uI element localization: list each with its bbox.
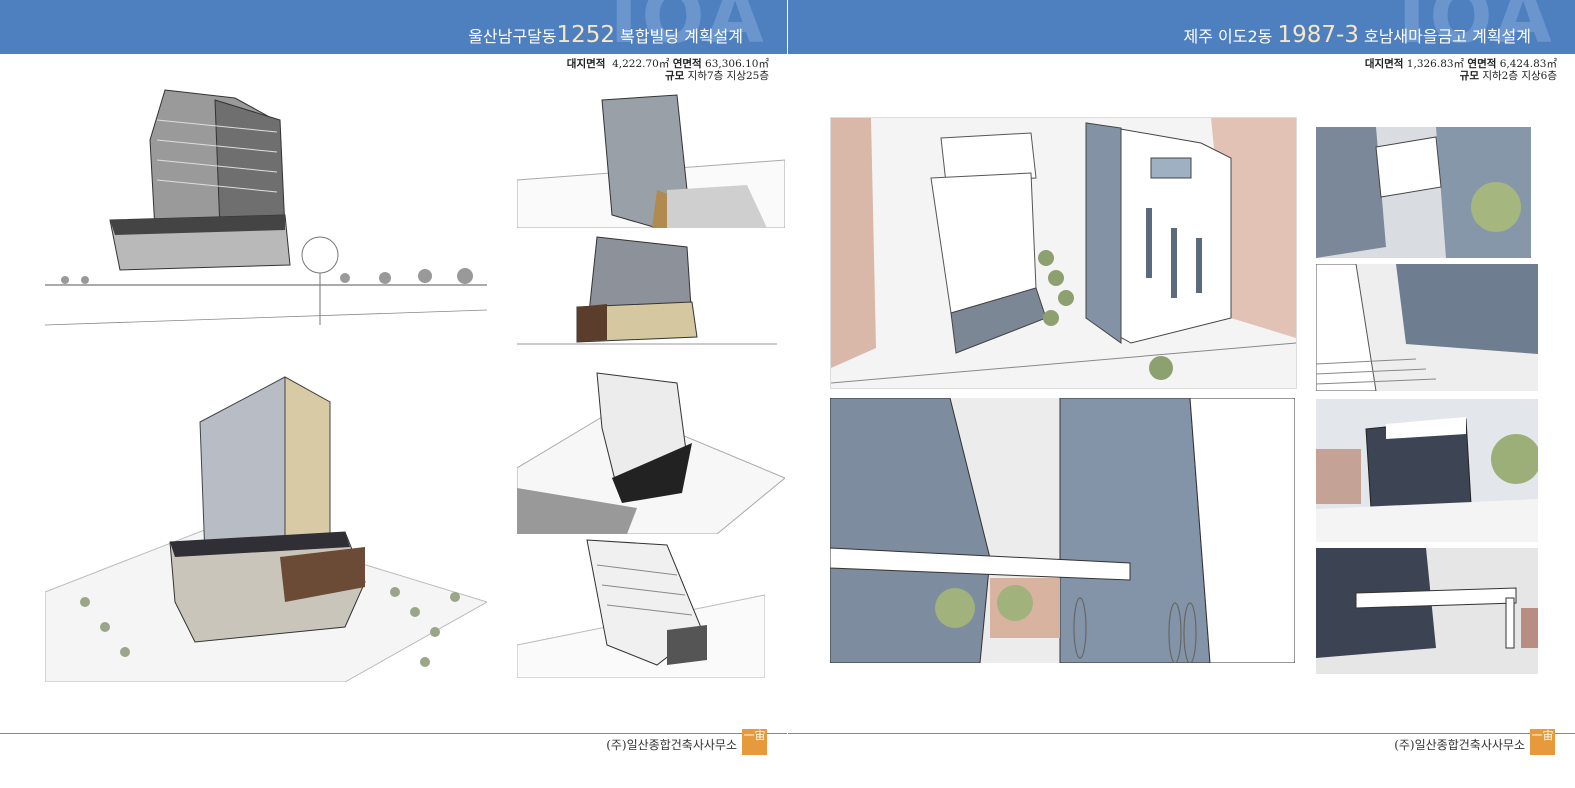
right-site-area-label: 대지면적 [1364,58,1404,70]
left-footer-rule [0,733,787,734]
right-floor-area-label: 연면적 [1467,58,1497,70]
thumbnail-view-2 [1316,264,1538,391]
left-logo-text: 一宙 [743,729,766,742]
left-title-suffix: 복합빌딩 계획설계 [615,27,743,46]
thumbnail-view-4 [1316,548,1538,674]
bank-street-rendering [830,398,1295,663]
right-footer-rule [788,733,1575,734]
thumbnail-view-3 [1316,399,1538,542]
small-view-1 [517,90,785,228]
small-view-3 [517,368,785,534]
left-floor-area-value: 63,306.10㎡ [705,58,769,70]
right-floor-area-value: 6,424.83㎡ [1499,58,1557,70]
left-project-title: 울산남구달동1252 복합빌딩 계획설계 [468,22,743,48]
right-title-prefix: 제주 이도2동 [1183,27,1278,46]
left-scale-label: 규모 [664,70,685,82]
left-title-number: 1252 [556,22,616,48]
right-firm-name: (주)일산종합건축사사무소 [1394,738,1525,752]
left-firm-logo: 一宙 [742,729,767,755]
right-scale-label: 규모 [1459,70,1479,82]
right-page: IOA 제주 이도2동 1987-3 호남새마을금고 계획설계 대지면적 1,3… [788,0,1575,788]
left-scale-value: 지하7층 지상25층 [687,70,769,82]
right-title-suffix: 호남새마을금고 계획설계 [1358,27,1531,46]
right-title-number: 1987-3 [1277,22,1359,48]
right-logo-text: 一宙 [1531,729,1554,742]
tower-perspective-sketch [45,80,487,330]
small-view-2 [517,232,777,360]
left-header-bar: IOA 울산남구달동1252 복합빌딩 계획설계 [0,0,787,54]
left-site-area-value: 4,222.70㎡ [612,58,670,70]
right-site-area-value: 1,326.83㎡ [1406,58,1465,70]
bank-aerial-rendering [830,117,1297,389]
left-floor-area-label: 연면적 [672,58,702,70]
left-project-info: 대지면적 4,222.70㎡ 연면적 63,306.10㎡ 규모 지하7층 지상… [567,58,769,82]
right-scale-value: 지하2층 지상6층 [1482,70,1557,82]
tower-aerial-rendering [45,372,487,682]
left-title-prefix: 울산남구달동 [468,27,557,46]
right-firm-logo: 一宙 [1530,729,1555,755]
small-view-4 [517,535,765,678]
left-site-area-label: 대지면적 [566,58,606,70]
right-header-bar: IOA 제주 이도2동 1987-3 호남새마을금고 계획설계 [788,0,1575,54]
left-page: IOA 울산남구달동1252 복합빌딩 계획설계 대지면적 4,222.70㎡ … [0,0,787,788]
thumbnail-view-1 [1316,127,1531,258]
right-project-info: 대지면적 1,326.83㎡ 연면적 6,424.83㎡ 규모 지하2층 지상6… [1365,58,1557,82]
left-firm-name: (주)일산종합건축사사무소 [606,738,737,752]
right-project-title: 제주 이도2동 1987-3 호남새마을금고 계획설계 [1183,22,1531,48]
